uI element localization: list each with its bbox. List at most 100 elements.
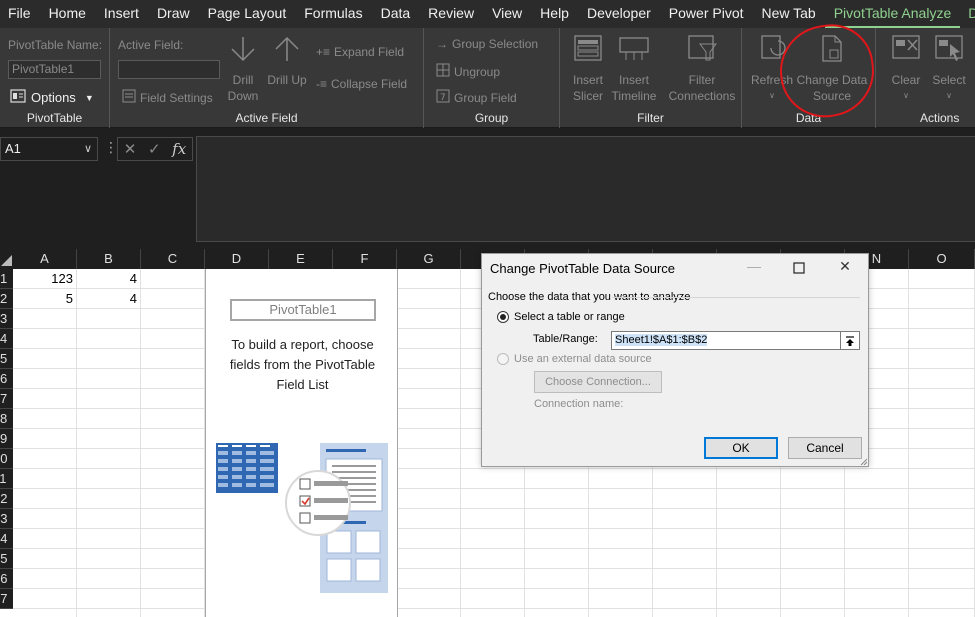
svg-text:7: 7	[440, 93, 446, 103]
more-options-icon[interactable]: ⋮	[104, 139, 118, 156]
row-header-6[interactable]: 6	[0, 369, 13, 389]
pivottable-name-input[interactable]: PivotTable1	[8, 60, 101, 79]
collapse-field-button[interactable]: -≡ Collapse Field	[316, 77, 407, 91]
cancel-icon[interactable]: ✕	[124, 140, 137, 158]
name-box[interactable]: A1 ∨	[0, 137, 98, 161]
filter-connections-button[interactable]: Filter Connections	[668, 34, 736, 104]
grid-line	[908, 269, 909, 617]
insert-timeline-button[interactable]: Insert Timeline	[606, 34, 662, 104]
row-header-16[interactable]: 16	[0, 569, 13, 589]
grid-line	[13, 468, 975, 469]
grid-line	[13, 608, 975, 609]
menu-help[interactable]: Help	[531, 0, 578, 28]
select-button[interactable]: Select ∨	[922, 34, 975, 104]
menu-file[interactable]: File	[0, 0, 40, 28]
menu-formulas[interactable]: Formulas	[295, 0, 371, 28]
ungroup-button[interactable]: Ungroup	[436, 63, 500, 80]
column-header-o[interactable]: O	[909, 249, 975, 269]
column-header-d[interactable]: D	[205, 249, 269, 269]
row-header-3[interactable]: 3	[0, 309, 13, 329]
column-header-e[interactable]: E	[269, 249, 333, 269]
cancel-button[interactable]: Cancel	[788, 437, 862, 459]
radio-external-source[interactable]	[497, 353, 509, 365]
pivottable-placeholder[interactable]: PivotTable1 To build a report, choose fi…	[205, 269, 398, 617]
menu-review[interactable]: Review	[419, 0, 483, 28]
row-header-9[interactable]: 9	[0, 429, 13, 449]
menu-insert[interactable]: Insert	[95, 0, 148, 28]
select-all-icon[interactable]	[0, 253, 13, 267]
table-range-label: Table/Range:	[533, 333, 598, 345]
arrow-right-icon: →	[436, 37, 448, 51]
group-selection-label: Group Selection	[452, 37, 539, 51]
radio-select-table[interactable]	[497, 311, 509, 323]
menu-design-truncated[interactable]: De	[960, 0, 975, 28]
row-header-12[interactable]: 12	[0, 489, 13, 509]
cell-b1[interactable]: 4	[77, 269, 141, 289]
menu-new-tab[interactable]: New Tab	[753, 0, 825, 28]
column-header-c[interactable]: C	[141, 249, 205, 269]
menu-draw[interactable]: Draw	[148, 0, 199, 28]
row-header-11[interactable]: 11	[0, 469, 13, 489]
group-selection-button[interactable]: → Group Selection	[436, 37, 538, 51]
row-header-17[interactable]: 17	[0, 589, 13, 609]
menu-developer[interactable]: Developer	[578, 0, 660, 28]
minimize-icon[interactable]: —	[744, 258, 764, 274]
name-box-value: A1	[5, 141, 21, 156]
menu-home[interactable]: Home	[40, 0, 95, 28]
chevron-down-icon: ∨	[946, 91, 952, 100]
row-header-15[interactable]: 15	[0, 549, 13, 569]
radio-select-table-label[interactable]: Select a table or range	[514, 311, 625, 323]
cell-a2[interactable]: 5	[13, 289, 77, 309]
options-icon	[10, 88, 26, 107]
expand-field-label: Expand Field	[334, 45, 405, 59]
collapse-dialog-icon[interactable]	[840, 331, 860, 350]
row-header-4[interactable]: 4	[0, 329, 13, 349]
menu-pivottable-analyze[interactable]: PivotTable Analyze	[824, 0, 961, 28]
grid-line	[13, 548, 975, 549]
enter-icon[interactable]: ✓	[148, 140, 161, 158]
collapse-field-icon: -≡	[316, 77, 327, 91]
row-header-1[interactable]: 1	[0, 269, 13, 289]
row-header-5[interactable]: 5	[0, 349, 13, 369]
insert-function-icon[interactable]: fx	[172, 140, 186, 158]
close-icon[interactable]: ✕	[835, 258, 855, 275]
ok-button[interactable]: OK	[704, 437, 778, 459]
drill-up-label: Drill Up	[267, 73, 307, 87]
row-header-14[interactable]: 14	[0, 529, 13, 549]
table-range-input[interactable]: Sheet1!$A$1:$B$2	[611, 331, 841, 350]
cell-b2[interactable]: 4	[77, 289, 141, 309]
group-field-button[interactable]: 7 Group Field	[436, 89, 517, 106]
group-label-pivottable: PivotTable	[26, 111, 83, 125]
resize-grip-icon[interactable]	[859, 457, 867, 465]
active-field-input[interactable]	[118, 60, 220, 79]
menu-view[interactable]: View	[483, 0, 531, 28]
field-settings-button[interactable]: Field Settings	[122, 89, 213, 106]
radio-external-source-label[interactable]: Use an external data source	[514, 353, 652, 365]
options-button[interactable]: Options ▼	[10, 88, 94, 107]
group-field-label: Group Field	[454, 90, 517, 105]
menu-power-pivot[interactable]: Power Pivot	[660, 0, 753, 28]
row-header-7[interactable]: 7	[0, 389, 13, 409]
maximize-icon[interactable]	[789, 258, 809, 277]
row-header-8[interactable]: 8	[0, 409, 13, 429]
row-header-13[interactable]: 13	[0, 509, 13, 529]
cell-a1[interactable]: 123	[13, 269, 77, 289]
menu-data[interactable]: Data	[372, 0, 420, 28]
change-data-source-dialog[interactable]: Change PivotTable Data Source — ✕ Choose…	[481, 253, 869, 467]
pivottable-instructions: To build a report, choose fields from th…	[229, 337, 376, 392]
column-header-g[interactable]: G	[397, 249, 461, 269]
column-header-f[interactable]: F	[333, 249, 397, 269]
field-settings-label: Field Settings	[140, 90, 213, 105]
column-header-b[interactable]: B	[77, 249, 141, 269]
column-header-a[interactable]: A	[13, 249, 77, 269]
group-pivottable: PivotTable Name: PivotTable1 Options ▼ P…	[0, 28, 110, 128]
drill-up-button[interactable]: Drill Up	[260, 34, 314, 88]
grid-line	[13, 508, 975, 509]
expand-field-button[interactable]: +≡ Expand Field	[316, 45, 404, 59]
row-header-10[interactable]: 10	[0, 449, 13, 469]
formula-input[interactable]	[196, 136, 975, 242]
row-header-2[interactable]: 2	[0, 289, 13, 309]
menu-page-layout[interactable]: Page Layout	[199, 0, 296, 28]
group-field-icon: 7	[436, 89, 450, 106]
choose-connection-button[interactable]: Choose Connection...	[534, 371, 662, 393]
